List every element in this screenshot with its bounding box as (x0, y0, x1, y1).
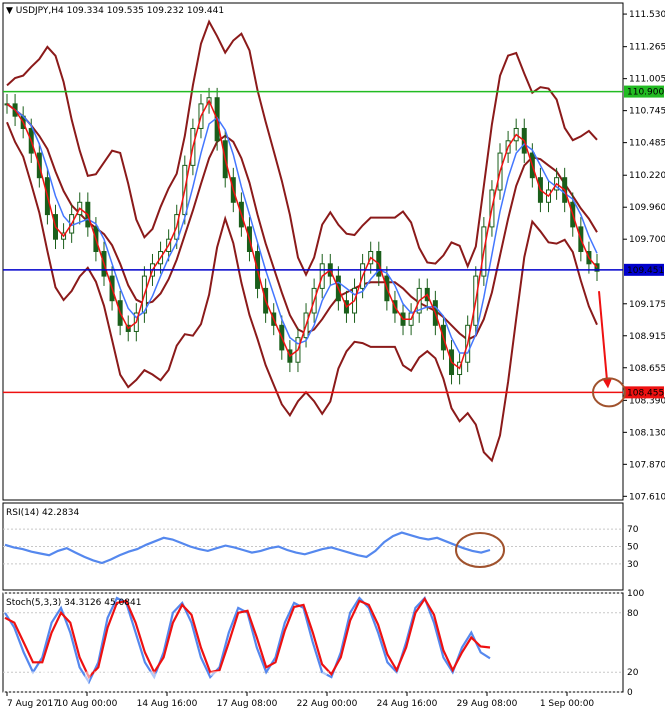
price-panel-title: ▼ USDJPY,H4 109.334 109.535 109.232 109.… (6, 6, 224, 16)
y-tick-label: 110.745 (629, 107, 665, 117)
level-label-2: 108.455 (627, 388, 664, 398)
y-tick-label: 109.175 (629, 300, 665, 310)
forex-chart: 111.530 111.265 111.005 110.745 110.485 110.2… (0, 0, 665, 712)
x-tick-label: 17 Aug 08:00 (217, 699, 278, 709)
stochastic-title: Stoch(5,3,3) 34.3126 45.0841 (6, 598, 141, 608)
x-tick-label: 10 Aug 00:00 (57, 699, 118, 709)
y-tick-label: 111.265 (629, 43, 665, 53)
y-tick-label: 108.655 (629, 364, 665, 374)
x-tick-label: 7 Aug 2017 (7, 699, 59, 709)
level-label-0: 110.900 (627, 88, 664, 98)
watermark: www.instaforex.com (30, 659, 422, 699)
stochastic-tick-label: 20 (627, 668, 639, 678)
stochastic-tick-label: 0 (627, 688, 633, 698)
rsi-tick-label: 70 (627, 525, 639, 535)
x-tick-label: 29 Aug 08:00 (457, 699, 518, 709)
stochastic-tick-label: 80 (627, 609, 639, 619)
y-tick-label: 109.700 (629, 235, 665, 245)
y-tick-label: 108.915 (629, 332, 665, 342)
y-tick-label: 110.220 (629, 171, 665, 181)
y-tick-label: 109.960 (629, 203, 665, 213)
x-tick-label: 14 Aug 16:00 (137, 699, 198, 709)
y-tick-label: 107.870 (629, 460, 665, 470)
chart-svg: 111.530 111.265 111.005 110.745 110.485 110.2… (0, 0, 665, 712)
x-tick-label: 24 Aug 16:00 (377, 699, 438, 709)
rsi-title: RSI(14) 42.2834 (6, 508, 79, 518)
level-label-1: 109.451 (627, 266, 664, 276)
rsi-tick-label: 50 (627, 543, 639, 553)
rsi-tick-label: 30 (627, 560, 639, 570)
x-tick-label: 1 Sep 00:00 (540, 699, 595, 709)
y-tick-label: 111.530 (629, 10, 665, 20)
y-tick-label: 110.485 (629, 139, 665, 149)
stochastic-tick-label: 100 (627, 589, 644, 599)
y-tick-label: 111.005 (629, 75, 665, 85)
y-tick-label: 107.610 (629, 492, 665, 502)
x-tick-label: 22 Aug 00:00 (297, 699, 358, 709)
y-tick-label: 108.130 (629, 428, 665, 438)
